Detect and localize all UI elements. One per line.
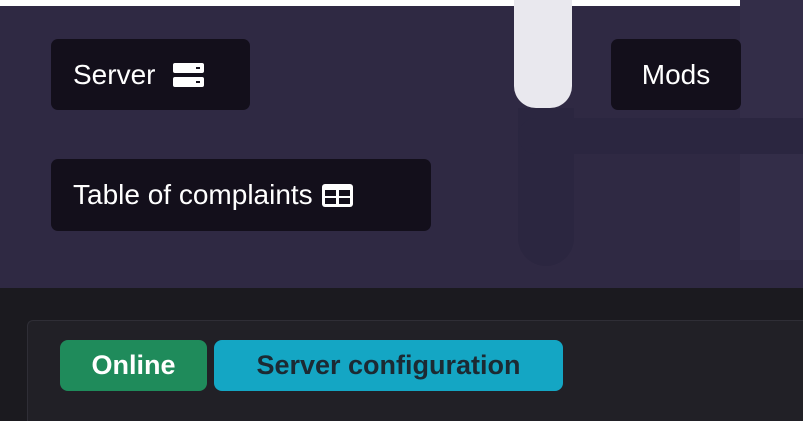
table-of-complaints-button[interactable]: Table of complaints: [51, 159, 431, 231]
online-badge-label: Online: [91, 350, 176, 380]
table-icon: [321, 183, 353, 207]
mods-button-label: Mods: [641, 58, 711, 90]
server-configuration-button[interactable]: Server configuration: [214, 340, 563, 391]
server-button-label: Server: [73, 58, 156, 90]
status-badge-online: Online: [60, 340, 207, 391]
complaints-button-label: Table of complaints: [73, 179, 313, 210]
server-icon: [173, 62, 205, 87]
background-decoration: [514, 0, 572, 108]
mods-button[interactable]: Mods: [611, 39, 741, 110]
background-decoration: [518, 118, 803, 154]
server-configuration-label: Server configuration: [256, 350, 521, 380]
server-button[interactable]: Server: [51, 39, 250, 110]
hero-top-strip: [0, 0, 803, 6]
